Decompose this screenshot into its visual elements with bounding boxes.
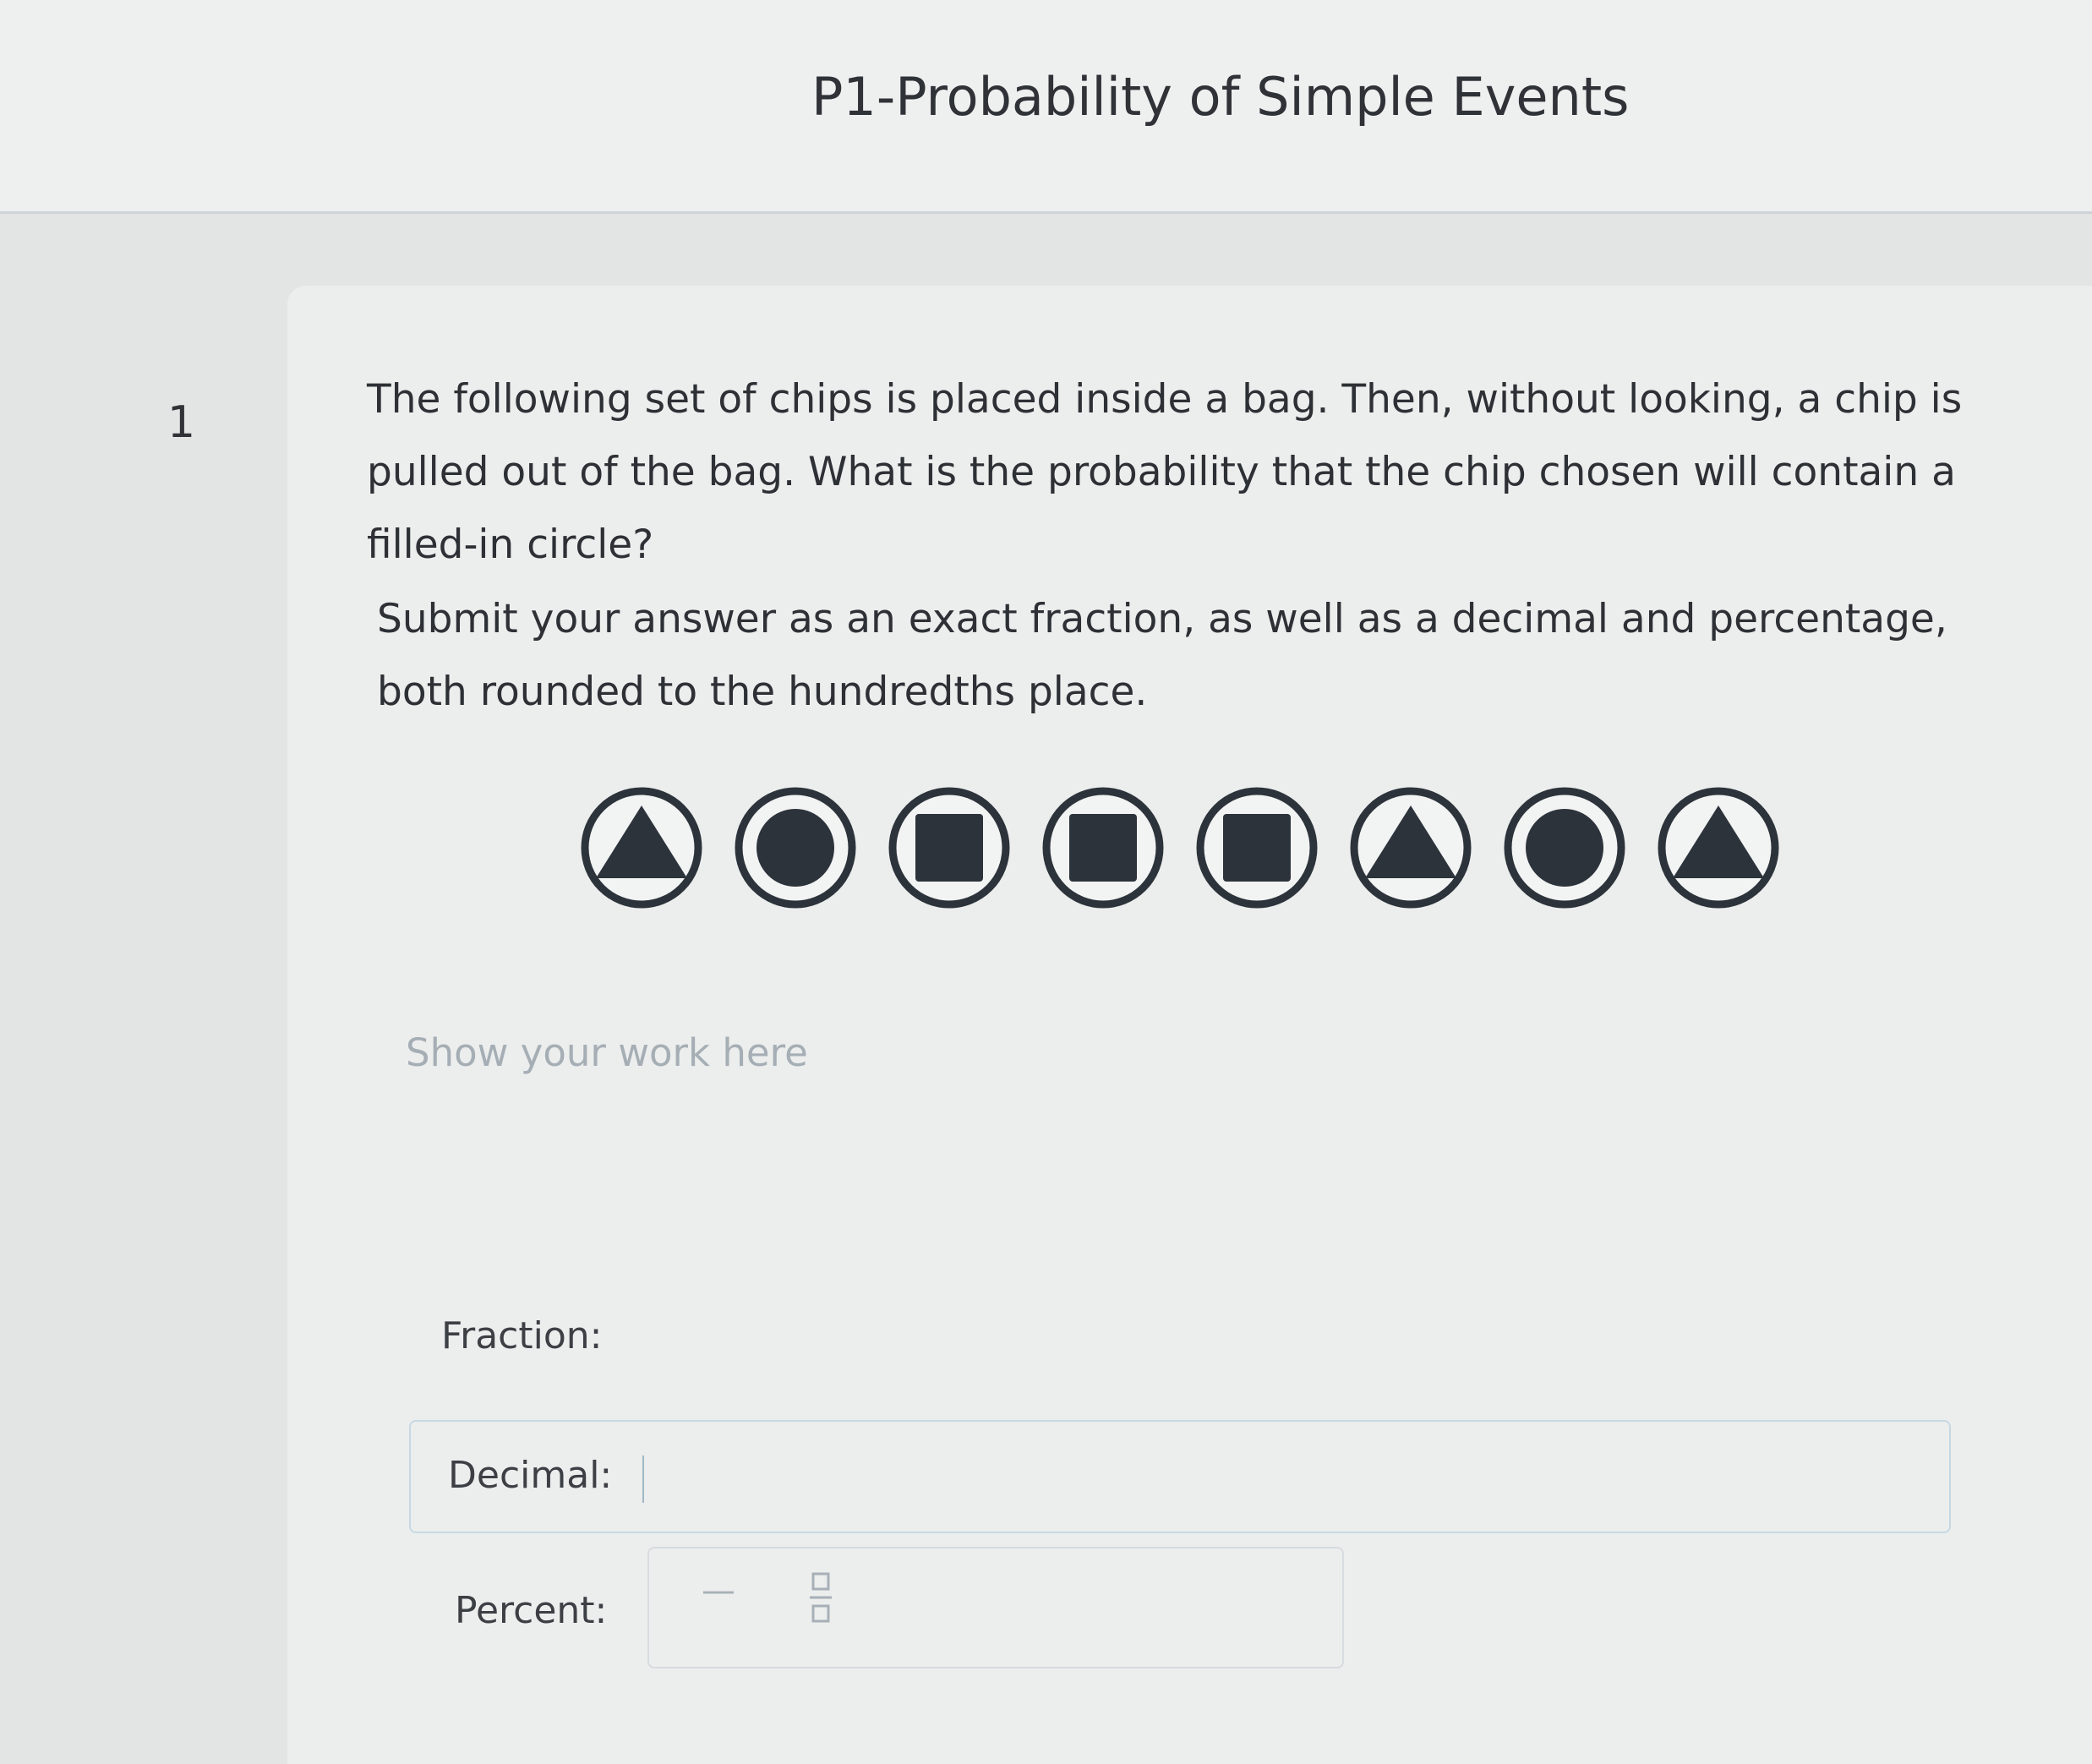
chip-triangle (581, 787, 702, 909)
chip-circle (1504, 787, 1625, 909)
chip-square (888, 787, 1010, 909)
chip-triangle (1350, 787, 1472, 909)
decimal-input[interactable] (409, 1420, 1951, 1533)
page-title: P1-Probability of Simple Events (811, 66, 1630, 128)
percent-label: Percent: (455, 1589, 608, 1632)
circle-shape (757, 809, 834, 887)
circle-shape (1526, 809, 1603, 887)
chip-square (1042, 787, 1164, 909)
chip-set (581, 787, 1779, 909)
question-prompt: The following set of chips is placed ins… (367, 376, 1963, 568)
square-shape (1223, 814, 1291, 882)
fraction-template-icon[interactable] (808, 1570, 833, 1625)
square-shape (915, 814, 983, 882)
question-instructions: Submit your answer as an exact fraction,… (377, 596, 1947, 715)
header-bar: P1-Probability of Simple Events (0, 0, 2092, 214)
show-work-input[interactable] (406, 1023, 1166, 1082)
minus-sign-button[interactable]: — (702, 1574, 735, 1608)
fraction-input[interactable] (647, 1547, 1344, 1668)
chip-triangle (1658, 787, 1779, 909)
decimal-label: Decimal: (448, 1454, 613, 1497)
text-cursor (642, 1455, 644, 1503)
fraction-label: Fraction: (441, 1314, 603, 1357)
chip-circle (735, 787, 856, 909)
square-shape (1069, 814, 1137, 882)
chip-square (1196, 787, 1318, 909)
question-number: 1 (167, 397, 196, 448)
